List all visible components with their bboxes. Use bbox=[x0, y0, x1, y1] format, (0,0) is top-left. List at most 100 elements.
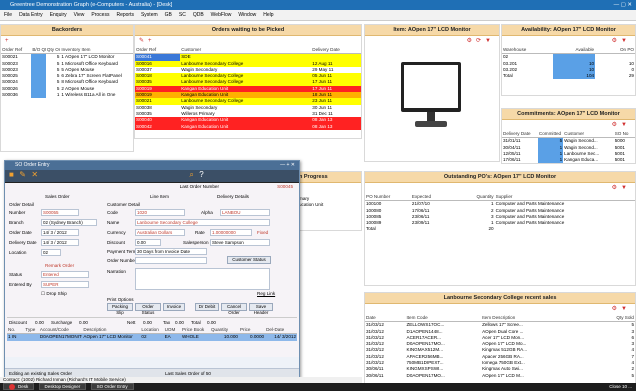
filter-icon[interactable]: ▼ bbox=[621, 306, 627, 312]
settings-icon[interactable]: ⚙ bbox=[467, 38, 472, 44]
menu-qdb[interactable]: QDB bbox=[193, 12, 204, 18]
menu-file[interactable]: File bbox=[4, 12, 12, 18]
sales-order-tab[interactable]: Sales Order bbox=[45, 194, 70, 199]
line-item-row[interactable]: 1 IN D0AOPEN17MONITORAOpen 17" LCD Monito… bbox=[7, 333, 297, 341]
col-delivery-date[interactable]: Delivery Date bbox=[311, 47, 361, 55]
col-available[interactable]: Available bbox=[552, 47, 596, 55]
col-qty-ord[interactable]: Qty Ord bbox=[45, 47, 61, 55]
order-number-field[interactable]: S00055 bbox=[41, 209, 79, 216]
col-po-number[interactable]: PO Number bbox=[365, 194, 411, 202]
save-icon[interactable]: ■ bbox=[9, 170, 14, 179]
settings-icon[interactable]: ⚙ bbox=[612, 122, 617, 128]
col-bo-qty[interactable]: B/O Qty bbox=[31, 47, 46, 55]
menu-sc[interactable]: SC bbox=[179, 12, 186, 18]
alpha-field[interactable]: LANBOU bbox=[220, 209, 270, 216]
save-header-button[interactable]: Save Header bbox=[249, 303, 273, 315]
table-row[interactable]: S00042 Kangan Education Unit 08 Jan 13 bbox=[135, 123, 361, 130]
menu-system[interactable]: System bbox=[141, 12, 158, 18]
table-row[interactable]: 31/03/12 ZELLOWS17OC... Zellows 17" Scree.… bbox=[365, 322, 635, 329]
line-col-header[interactable]: Type bbox=[24, 327, 39, 335]
settings-icon[interactable]: ⚙ bbox=[612, 185, 617, 191]
line-col-header[interactable]: Price Book bbox=[180, 327, 210, 335]
line-col-header[interactable]: Quantity bbox=[209, 327, 239, 335]
packing-slip-button[interactable]: Packing Slip bbox=[107, 303, 133, 315]
order-status-button[interactable]: Order Status bbox=[135, 303, 161, 315]
col-delivery-date[interactable]: Delivery Date bbox=[502, 131, 538, 139]
currency-field[interactable]: Australian Dollars bbox=[135, 229, 185, 236]
search-icon[interactable]: ⌕ bbox=[189, 170, 193, 179]
col-customer[interactable]: Customer bbox=[563, 131, 614, 139]
col-customer[interactable]: Customer bbox=[180, 47, 312, 55]
narration-field[interactable] bbox=[135, 268, 270, 290]
task-so-order-entry[interactable]: SO Order Entry bbox=[90, 383, 134, 391]
table-row[interactable]: 30/06/11 D0AOPEN17MO... AOpen 17" LCD M...… bbox=[365, 373, 635, 379]
add-icon[interactable]: + bbox=[5, 38, 9, 44]
filter-icon[interactable]: ▼ bbox=[485, 38, 491, 44]
edit-icon[interactable]: ✎ bbox=[139, 38, 144, 44]
filter-icon[interactable]: ▼ bbox=[621, 185, 627, 191]
task-desk[interactable]: Desk bbox=[3, 383, 35, 390]
line-col-header[interactable]: UOM bbox=[163, 327, 181, 335]
customer-status-button[interactable]: Customer Status bbox=[227, 256, 271, 264]
menu-process[interactable]: Process bbox=[91, 12, 109, 18]
dialog-window-controls[interactable]: — + ✕ bbox=[280, 161, 295, 170]
discount-field[interactable]: 0.00 bbox=[135, 239, 161, 246]
col-inventory-item[interactable]: Inventory Item bbox=[60, 47, 133, 55]
cancel-order-button[interactable]: Cancel Order bbox=[221, 303, 247, 315]
col-expected[interactable]: Expected bbox=[410, 194, 457, 202]
menu-reports[interactable]: Reports bbox=[116, 12, 134, 18]
col-quantity[interactable]: Quantity bbox=[456, 194, 495, 202]
customer-name-field[interactable]: Lanbourne Secondary College bbox=[135, 219, 270, 226]
line-item-tab[interactable]: Line Item bbox=[150, 194, 169, 199]
line-col-header[interactable]: Price bbox=[238, 327, 266, 335]
payment-terms-select[interactable]: 30 Days from Invoice Date bbox=[135, 248, 207, 255]
help-icon[interactable]: ? bbox=[199, 170, 203, 179]
table-row[interactable]: S00041 SDE bbox=[135, 53, 361, 61]
window-controls[interactable]: — ▢ ✕ bbox=[614, 0, 632, 10]
refresh-icon[interactable]: ⟳ bbox=[476, 38, 481, 44]
rate-field[interactable]: 1.00000000 bbox=[210, 229, 252, 236]
filter-icon[interactable]: ▼ bbox=[621, 38, 627, 44]
menu-help[interactable]: Help bbox=[263, 12, 273, 18]
table-row[interactable]: 02 bbox=[502, 53, 635, 61]
customer-code-field[interactable]: 1020 bbox=[135, 209, 185, 216]
col-order-ref[interactable]: Order Ref bbox=[135, 47, 181, 55]
col-so-no[interactable]: SO No bbox=[613, 131, 635, 139]
col-supplier[interactable]: Supplier bbox=[494, 194, 635, 202]
customer-order-number-field[interactable] bbox=[135, 257, 207, 264]
menu-webflow[interactable]: WebFlow bbox=[211, 12, 232, 18]
edit-icon[interactable]: ✎ bbox=[19, 170, 26, 179]
table-row[interactable]: 100100 21/07/10 1 Computer and Parts Mainte… bbox=[365, 201, 635, 208]
branch-select[interactable]: 02 (Sydney Branch) bbox=[41, 219, 97, 226]
table-row[interactable]: S00021 5 1 AOpen 17" LCD Monitor bbox=[1, 53, 133, 61]
col-warehouse[interactable]: Warehouse bbox=[502, 47, 553, 55]
settings-icon[interactable]: ⚙ bbox=[612, 38, 617, 44]
salesperson-select[interactable]: Steve Sampson bbox=[210, 239, 270, 246]
col-committed[interactable]: Committed bbox=[537, 131, 564, 139]
delete-icon[interactable]: ✕ bbox=[31, 170, 38, 179]
menu-data-entry[interactable]: Data Entry bbox=[19, 12, 43, 18]
table-row[interactable]: S00036 1 1 Wireless B11a All in One bbox=[1, 92, 133, 99]
col-on-po[interactable]: On PO bbox=[595, 47, 635, 55]
line-col-header[interactable]: Account/Code bbox=[38, 327, 83, 335]
col-item-description[interactable]: Item Description bbox=[481, 315, 581, 323]
table-row[interactable]: Total 20 bbox=[365, 226, 635, 232]
line-col-header[interactable]: Description bbox=[82, 327, 141, 335]
delivery-details-tab[interactable]: Delivery Details bbox=[217, 194, 249, 199]
settings-icon[interactable]: ⚙ bbox=[612, 306, 617, 312]
reg-link[interactable]: Reg Link bbox=[257, 291, 275, 296]
dr-debit-button[interactable]: Dr Debit bbox=[195, 303, 219, 311]
col-qty-sold[interactable]: Qty Sold bbox=[580, 315, 635, 323]
line-col-header[interactable]: Del-Date bbox=[265, 327, 297, 335]
filter-icon[interactable]: ▼ bbox=[621, 122, 627, 128]
line-col-header[interactable]: No. bbox=[7, 327, 25, 335]
col-date[interactable]: Date bbox=[365, 315, 406, 323]
drop-ship-checkbox[interactable]: ☐ Drop Ship bbox=[41, 291, 67, 297]
table-row[interactable]: Total 104 29 bbox=[502, 73, 635, 80]
menu-enquiry[interactable]: Enquiry bbox=[50, 12, 67, 18]
col-order-ref[interactable]: Order Ref bbox=[1, 47, 32, 55]
table-row[interactable]: 19/06/115Kangan Educa...5001 bbox=[502, 163, 635, 164]
menu-view[interactable]: View bbox=[74, 12, 85, 18]
menu-window[interactable]: Window bbox=[238, 12, 256, 18]
order-date-field[interactable]: 14/ 3 / 2012 bbox=[41, 229, 79, 236]
